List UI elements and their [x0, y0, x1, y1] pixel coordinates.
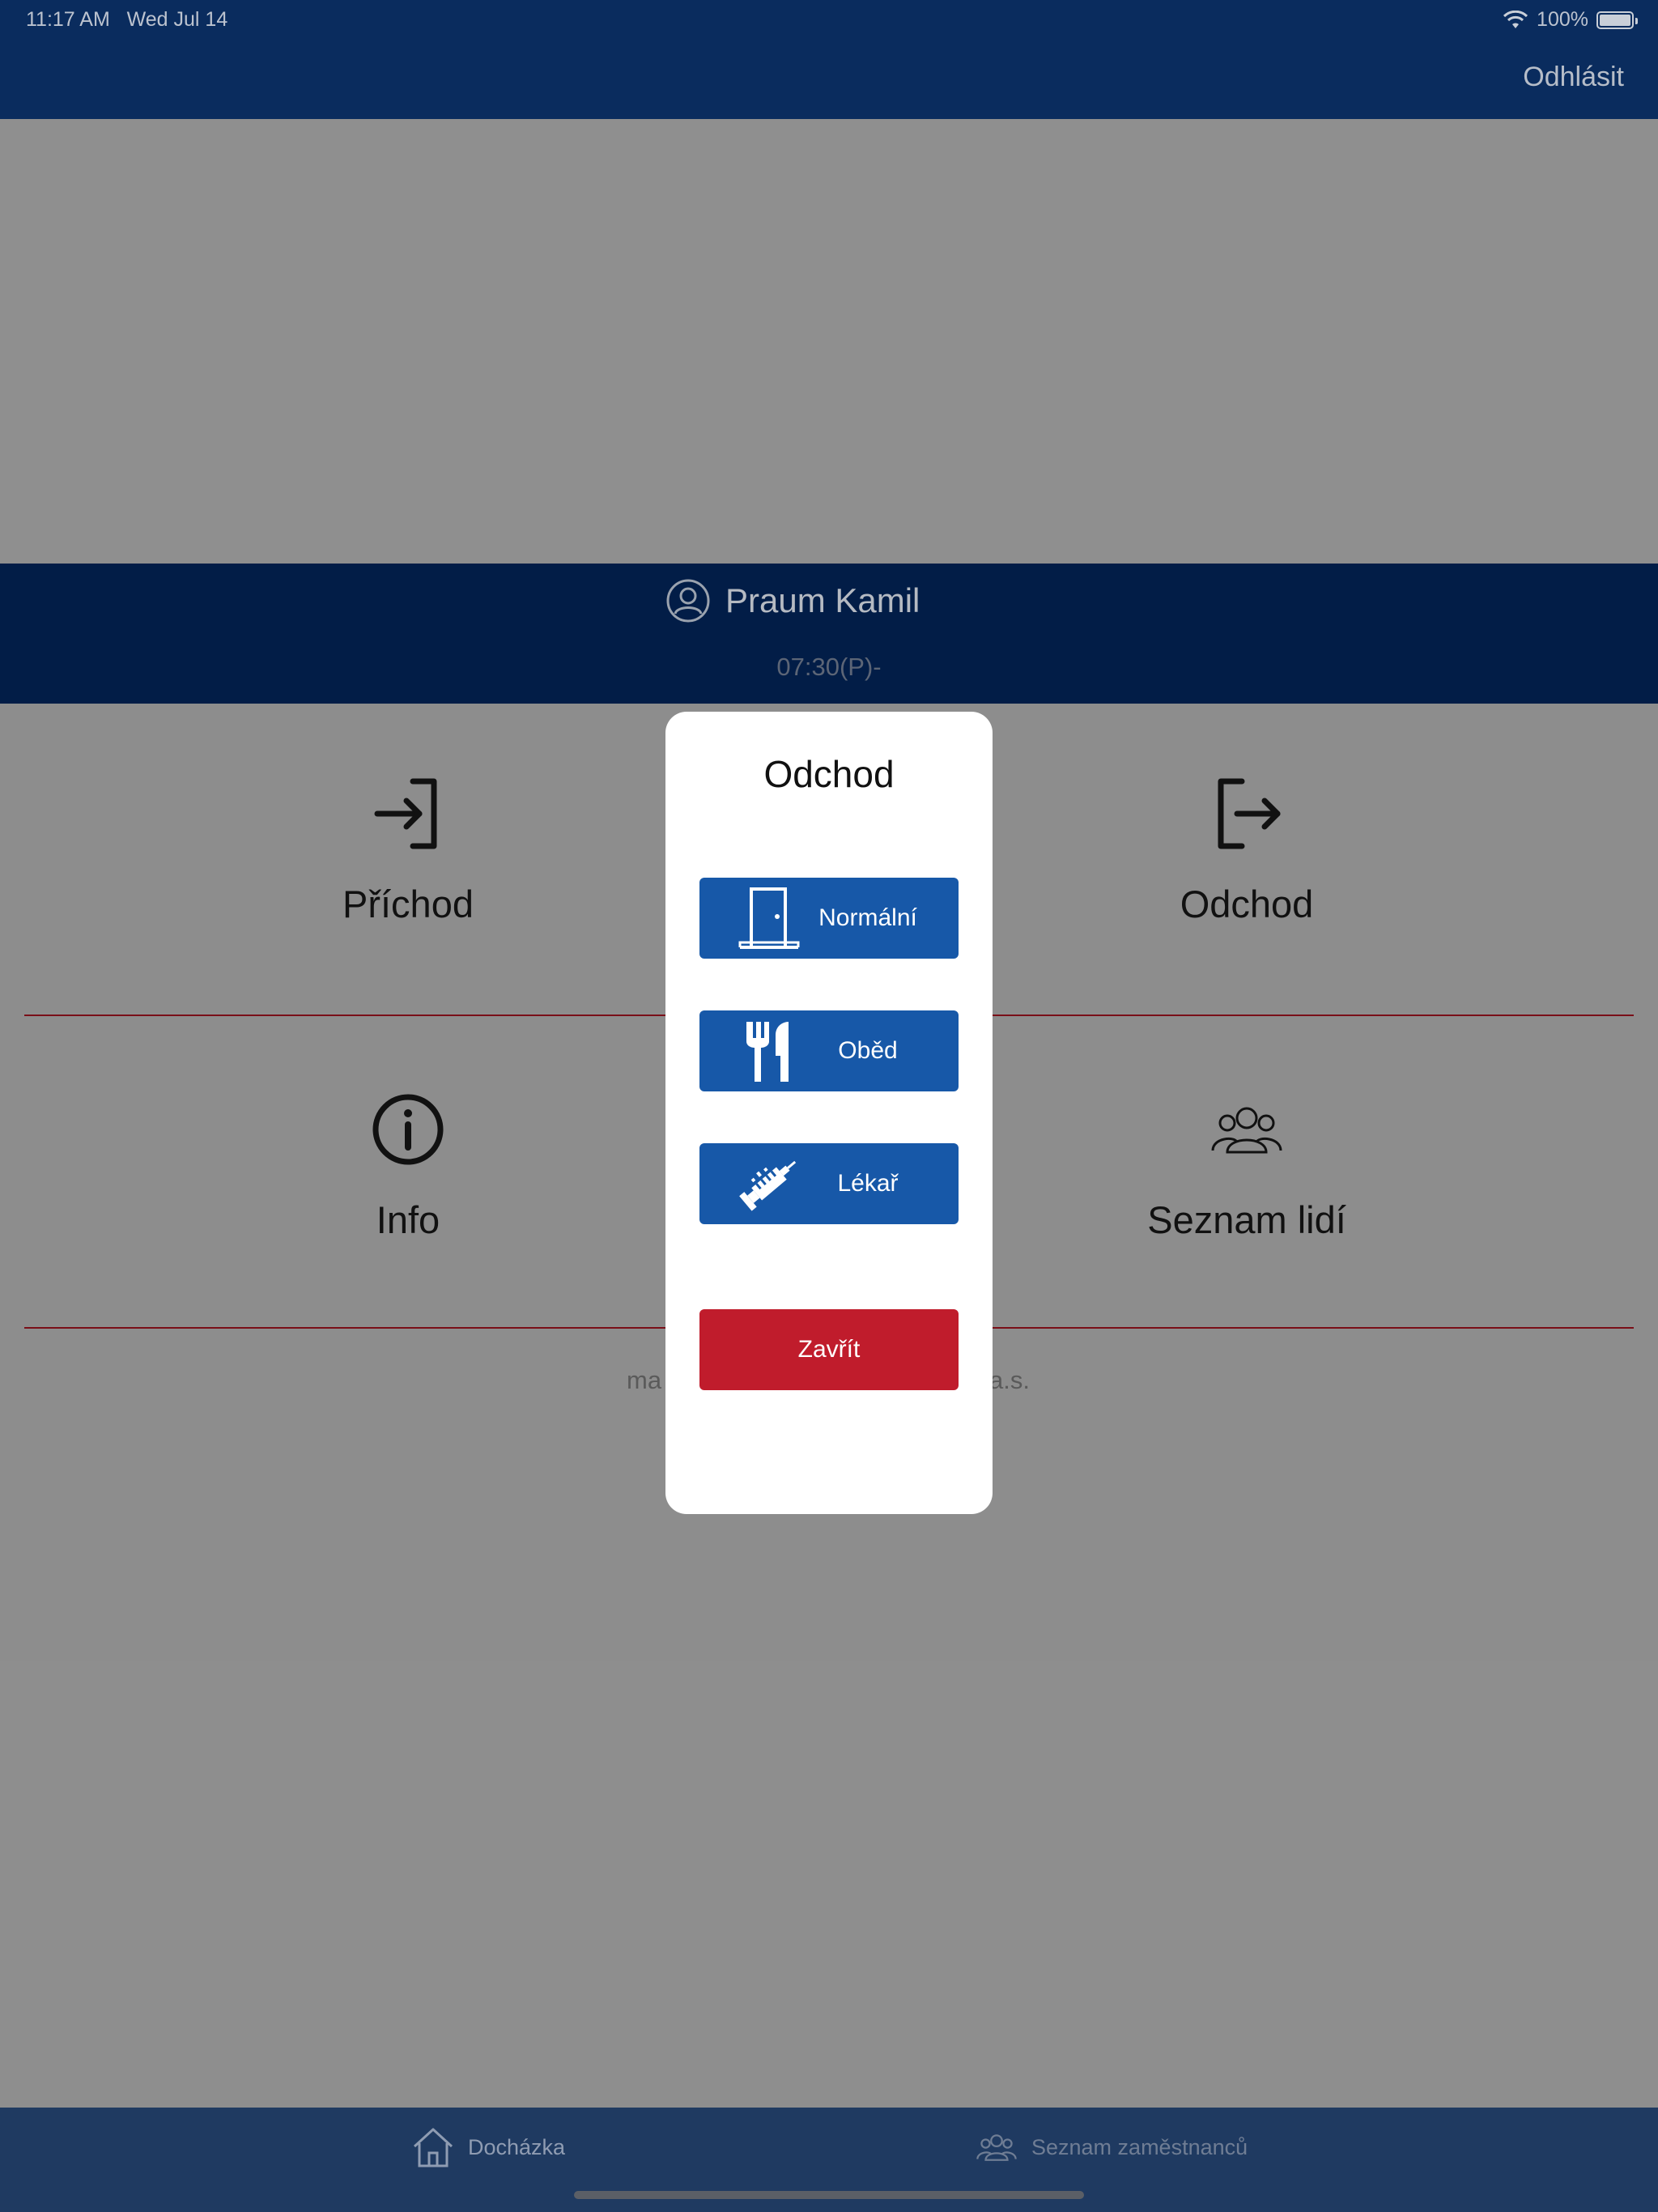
info-icon [372, 1094, 444, 1165]
dialog-title: Odchod [763, 753, 895, 795]
lunch-label: Oběd [838, 1037, 898, 1064]
user-shift-time: 07:30(P)- [776, 653, 882, 681]
footer-text-right: a.s. [989, 1366, 1030, 1394]
wifi-icon [1503, 10, 1528, 28]
logout-button[interactable]: Odhlásit [1523, 62, 1624, 93]
footer-text-left: ma [627, 1366, 662, 1394]
normal-departure-button[interactable]: Normální [699, 878, 959, 959]
doctor-label: Lékař [837, 1170, 899, 1197]
door-icon [729, 878, 810, 959]
tab-employees-label: Seznam zaměstnanců [1031, 2134, 1248, 2159]
status-date: Wed Jul 14 [126, 8, 228, 31]
tab-attendance-label: Docházka [468, 2134, 566, 2159]
people-icon [976, 2134, 1017, 2161]
arrival-label: Příchod [342, 883, 474, 925]
info-tile[interactable]: Info [287, 1091, 529, 1242]
normal-departure-label: Normální [818, 904, 917, 931]
arrival-tile[interactable]: Příchod [287, 775, 529, 926]
departure-tile[interactable]: Odchod [1125, 775, 1368, 926]
user-banner: Praum Kamil 07:30(P)- [0, 564, 1658, 704]
content-area-top [0, 119, 1658, 564]
status-time: 11:17 AM Wed Jul 14 [26, 8, 227, 32]
lunch-button[interactable]: Oběd [699, 1010, 959, 1091]
user-icon [666, 579, 710, 623]
tab-employees[interactable]: Seznam zaměstnanců [975, 2125, 1248, 2169]
user-row: Praum Kamil [665, 578, 920, 623]
home-icon [413, 2128, 453, 2167]
battery-percent: 100% [1537, 8, 1588, 31]
people-icon [1211, 1107, 1282, 1154]
content-area-bottom [0, 1661, 1658, 2108]
login-arrow-icon [374, 778, 437, 849]
battery-icon [1596, 11, 1638, 29]
syringe-icon [729, 1143, 810, 1224]
home-indicator [574, 2191, 1084, 2199]
departure-label: Odchod [1180, 883, 1314, 925]
user-name: Praum Kamil [725, 581, 920, 619]
info-label: Info [376, 1198, 440, 1241]
logout-arrow-icon [1218, 778, 1281, 849]
people-label: Seznam lidí [1147, 1198, 1346, 1241]
people-tile[interactable]: Seznam lidí [1125, 1091, 1368, 1242]
fork-knife-icon [729, 1010, 810, 1091]
tab-attendance[interactable]: Docházka [411, 2125, 565, 2169]
status-clock: 11:17 AM [26, 8, 110, 31]
doctor-button[interactable]: Lékař [699, 1143, 959, 1224]
top-navigation-bar: 11:17 AM Wed Jul 14 100% Odhlásit [0, 0, 1658, 119]
close-button[interactable]: Zavřít [699, 1309, 959, 1390]
status-indicators: 100% [1503, 8, 1638, 32]
departure-dialog: Odchod Normální Oběd Lékař Zavřít [665, 712, 993, 1514]
